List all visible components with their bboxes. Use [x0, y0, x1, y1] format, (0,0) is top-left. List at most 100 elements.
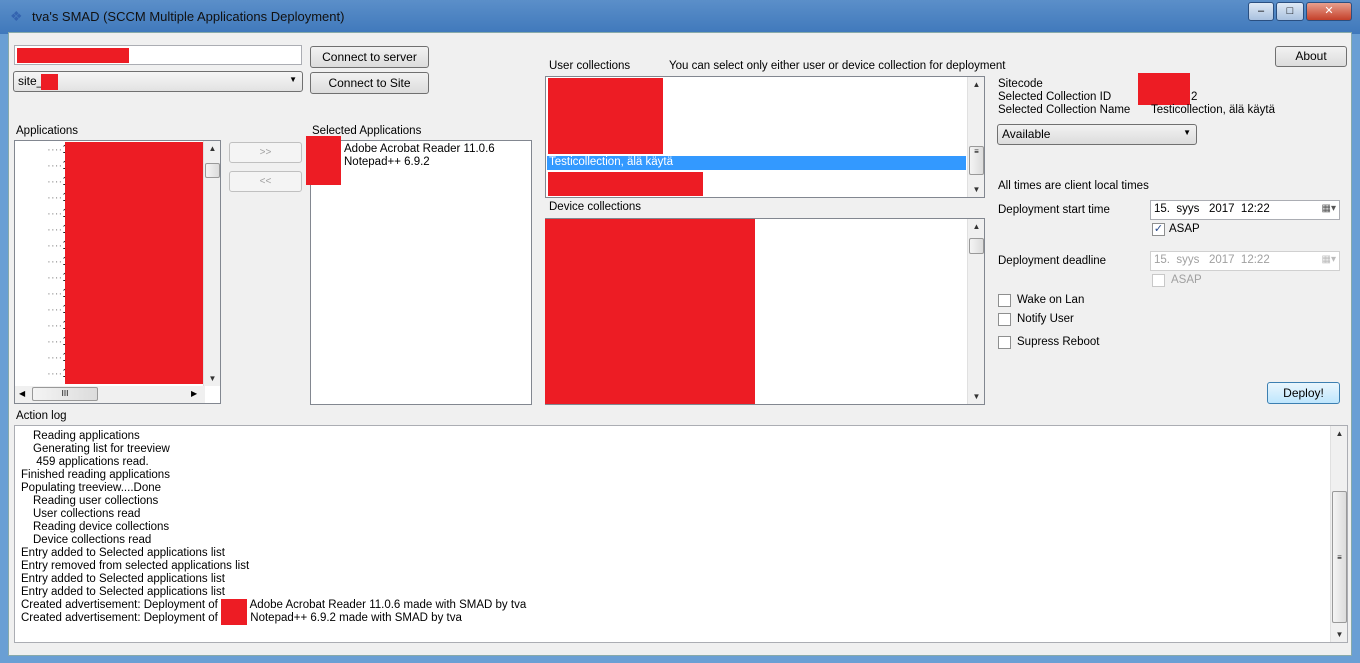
deployment-purpose-select[interactable]: Available ▼ — [997, 124, 1197, 145]
scroll-thumb[interactable] — [969, 238, 984, 254]
scroll-thumb[interactable]: ≡ — [969, 146, 984, 175]
title-bar: ❖ tva's SMAD (SCCM Multiple Applications… — [0, 0, 1360, 34]
about-button[interactable]: About — [1275, 46, 1347, 67]
selected-applications-list[interactable]: Adobe Acrobat Reader 11.0.6 Notepad++ 6.… — [310, 140, 532, 405]
hscroll-thumb[interactable]: III — [32, 387, 98, 401]
start-asap-checkbox[interactable]: ✓ — [1152, 223, 1165, 236]
tree-vscrollbar[interactable]: ▲ ▼ — [203, 141, 220, 386]
scroll-down-icon[interactable]: ▼ — [204, 374, 221, 383]
log-text: User collections read — [33, 508, 141, 520]
deadline-label: Deployment deadline — [998, 255, 1107, 267]
connect-server-button[interactable]: Connect to server — [310, 46, 429, 68]
scroll-thumb[interactable] — [205, 163, 220, 178]
log-line: Entry removed from selected applications… — [21, 560, 526, 573]
collection-name-value: Testicollection, älä käytä — [1151, 104, 1276, 116]
maximize-button[interactable]: □ — [1276, 2, 1304, 21]
calendar-icon[interactable]: ▦▾ — [1322, 254, 1336, 265]
deadline-asap-checkbox[interactable] — [1152, 274, 1165, 287]
wake-on-lan-label: Wake on Lan — [1017, 294, 1085, 306]
tree-hscrollbar[interactable]: ◀ III ▶ — [15, 386, 205, 403]
device-collections-scrollbar[interactable]: ▲ ▼ — [967, 219, 984, 404]
deadline-picker[interactable]: 15. syys 2017 12:22 ▦▾ — [1150, 251, 1340, 271]
log-text: Reading device collections — [33, 521, 170, 533]
scroll-down-icon[interactable]: ▼ — [1331, 630, 1348, 639]
chevron-down-icon: ▼ — [1183, 128, 1191, 137]
log-text: Reading user collections — [33, 495, 159, 507]
redacted — [221, 599, 248, 612]
user-collections-list[interactable]: Testicollection, älä käytä ▲ ≡ ▼ — [545, 76, 985, 198]
log-line: Entry added to Selected applications lis… — [21, 547, 526, 560]
scroll-right-icon[interactable]: ▶ — [191, 389, 197, 398]
tree-connector: ···· — [47, 240, 63, 252]
action-log[interactable]: Reading applications Generating list for … — [14, 425, 1348, 643]
start-time-label: Deployment start time — [998, 204, 1110, 216]
tree-connector: ···· — [47, 352, 63, 364]
log-text: Entry added to Selected applications lis… — [21, 547, 225, 559]
chevron-down-icon: ▼ — [289, 75, 297, 84]
deadline-asap-label: ASAP — [1171, 274, 1202, 286]
sitecode-label: Sitecode — [998, 78, 1043, 90]
applications-label: Applications — [16, 125, 79, 137]
tree-connector: ···· — [47, 144, 63, 156]
tree-connector: ···· — [47, 336, 63, 348]
scroll-left-icon[interactable]: ◀ — [19, 389, 25, 398]
log-line: Populating treeview....Done — [21, 482, 526, 495]
scroll-thumb[interactable]: ≡ — [1332, 491, 1347, 623]
scroll-down-icon[interactable]: ▼ — [968, 185, 985, 194]
redacted — [65, 142, 206, 384]
log-text: Populating treeview....Done — [21, 482, 162, 494]
purpose-value: Available — [1002, 127, 1051, 141]
user-collections-label: User collections — [549, 60, 631, 72]
remove-application-button[interactable]: << — [229, 171, 302, 192]
action-log-scrollbar[interactable]: ▲ ≡ ▼ — [1330, 426, 1347, 642]
selected-application-item[interactable]: Adobe Acrobat Reader 11.0.6 — [344, 143, 495, 156]
tree-connector: ···· — [47, 256, 63, 268]
redacted — [1138, 73, 1190, 105]
redacted — [221, 612, 248, 625]
collection-name-label: Selected Collection Name — [998, 104, 1131, 116]
calendar-icon[interactable]: ▦▾ — [1322, 203, 1336, 214]
deploy-button[interactable]: Deploy! — [1267, 382, 1340, 404]
log-line: 459 applications read. — [21, 456, 526, 469]
minimize-button[interactable]: ‒ — [1248, 2, 1274, 21]
add-application-button[interactable]: >> — [229, 142, 302, 163]
scroll-up-icon[interactable]: ▲ — [204, 144, 221, 153]
server-input[interactable] — [14, 45, 302, 65]
log-line: Entry added to Selected applications lis… — [21, 586, 526, 599]
suppress-reboot-checkbox[interactable] — [998, 336, 1011, 349]
scroll-down-icon[interactable]: ▼ — [968, 392, 985, 401]
log-text: Finished reading applications — [21, 469, 170, 481]
redacted — [548, 172, 703, 196]
user-collections-scrollbar[interactable]: ▲ ≡ ▼ — [967, 77, 984, 197]
log-line: Created advertisement: Deployment of Not… — [21, 612, 526, 625]
log-line: Generating list for treeview — [21, 443, 526, 456]
start-time-picker[interactable]: 15. syys 2017 12:22 ▦▾ — [1150, 200, 1340, 220]
log-line: User collections read — [21, 508, 526, 521]
log-line: Entry added to Selected applications lis… — [21, 573, 526, 586]
scroll-up-icon[interactable]: ▲ — [968, 80, 985, 89]
notify-user-checkbox[interactable] — [998, 313, 1011, 326]
log-text: Device collections read — [33, 534, 152, 546]
selected-application-item[interactable]: Notepad++ 6.9.2 — [344, 156, 495, 169]
tree-connector: ···· — [47, 224, 63, 236]
close-button[interactable]: ✕ — [1306, 2, 1352, 21]
wake-on-lan-checkbox[interactable] — [998, 294, 1011, 307]
tree-connector: ···· — [47, 272, 63, 284]
log-text: 459 applications read. — [33, 456, 149, 468]
deadline-value: 15. syys 2017 12:22 — [1154, 254, 1270, 266]
log-line: Created advertisement: Deployment of Ado… — [21, 599, 526, 612]
connect-site-button[interactable]: Connect to Site — [310, 72, 429, 94]
log-text: Generating list for treeview — [33, 443, 170, 455]
scroll-up-icon[interactable]: ▲ — [968, 222, 985, 231]
action-log-label: Action log — [16, 410, 67, 422]
log-text: Entry added to Selected applications lis… — [21, 573, 225, 585]
scroll-up-icon[interactable]: ▲ — [1331, 429, 1348, 438]
log-text: Entry added to Selected applications lis… — [21, 586, 225, 598]
applications-tree[interactable]: ····1····1····1····1····1····1····1····1… — [14, 140, 221, 404]
device-collections-list[interactable]: ▲ ▼ — [545, 218, 985, 405]
log-line: Reading applications — [21, 430, 526, 443]
log-line: Device collections read — [21, 534, 526, 547]
log-text: Reading applications — [33, 430, 140, 442]
user-collection-item-selected[interactable]: Testicollection, älä käytä — [547, 156, 966, 170]
site-select[interactable]: site_ ▼ — [13, 71, 303, 92]
